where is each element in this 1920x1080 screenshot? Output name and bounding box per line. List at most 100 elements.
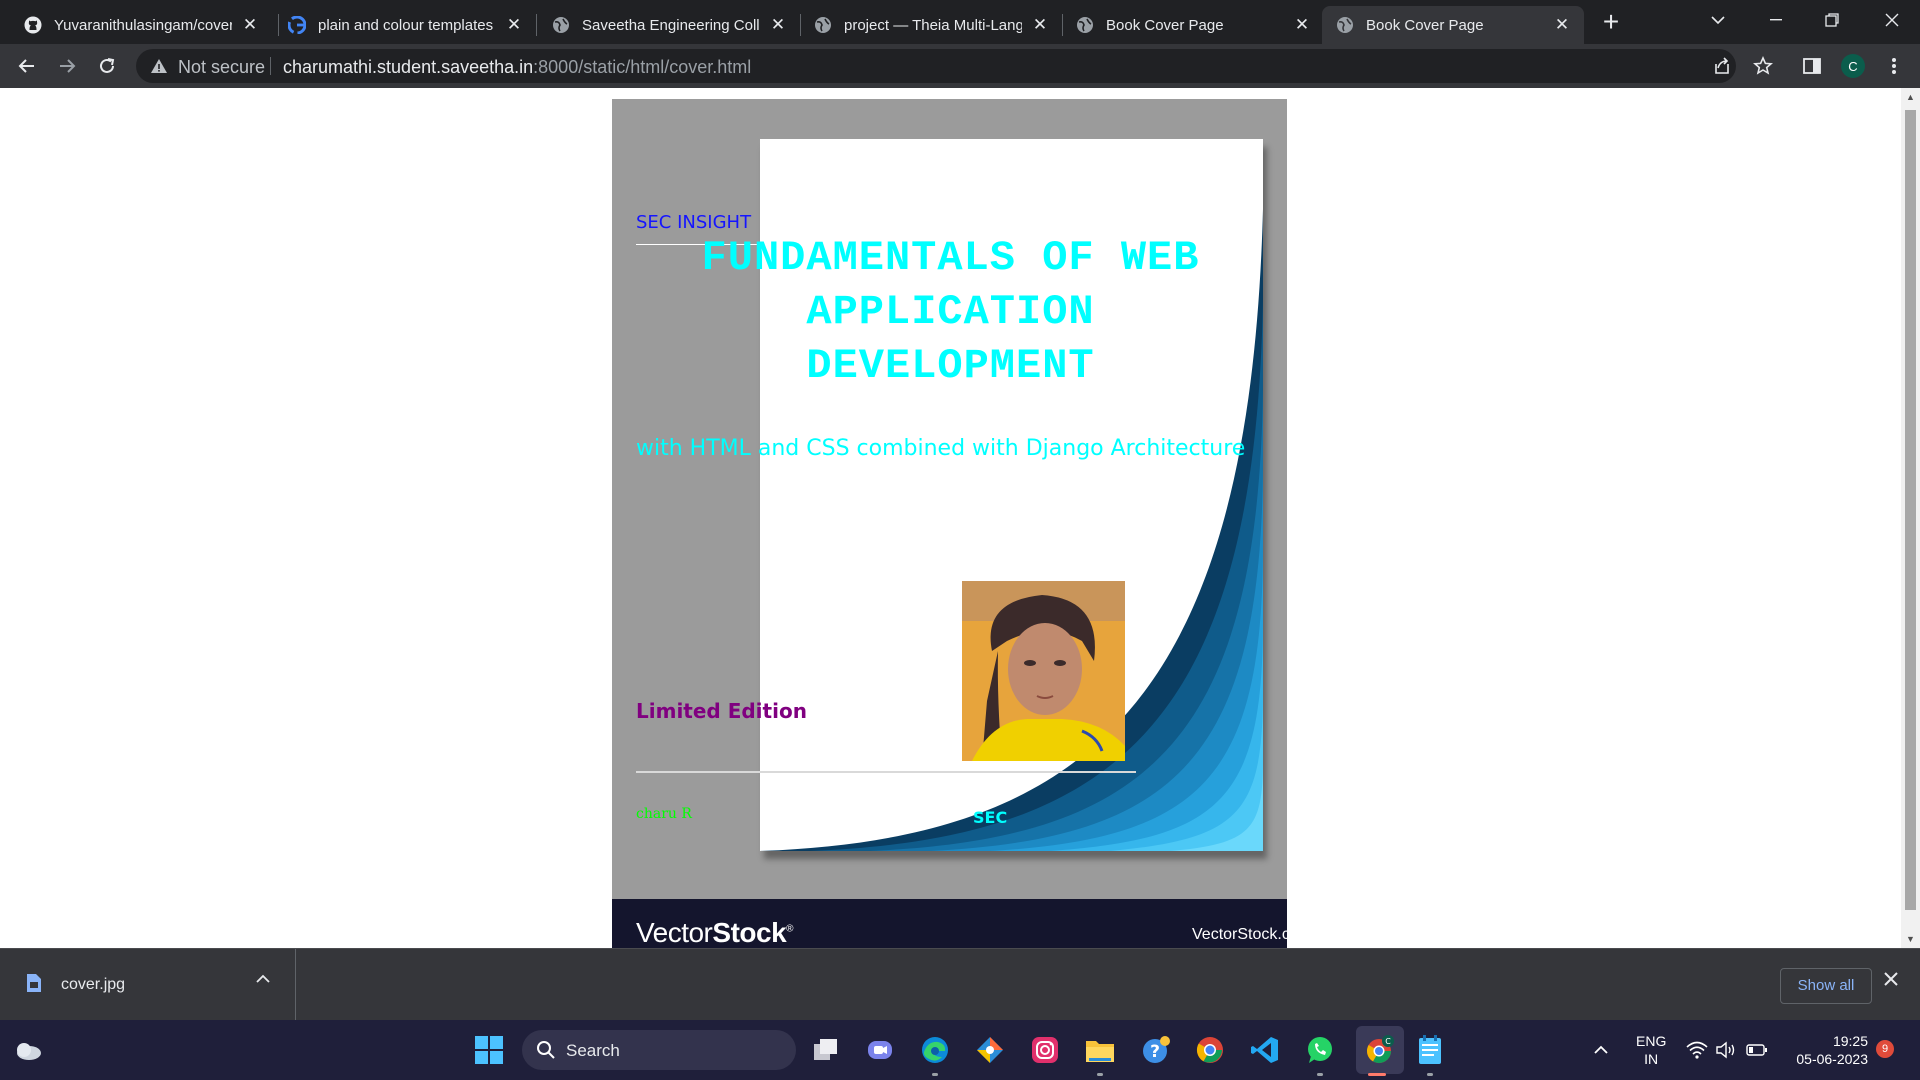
registered-mark: ® [786, 923, 794, 935]
close-window-button[interactable] [1864, 0, 1920, 40]
scroll-thumb[interactable] [1905, 110, 1916, 910]
author-name: charu R [636, 806, 692, 822]
tray-overflow-chevron-icon[interactable] [1585, 1034, 1617, 1066]
whatsapp-icon[interactable] [1304, 1034, 1336, 1066]
chrome-profile-icon[interactable]: C [1364, 1034, 1396, 1066]
tab-strip: Yuvaranithulasingam/cover ✕ plain and co… [0, 0, 1920, 44]
restore-button[interactable] [1804, 0, 1860, 40]
chrome-profile-badge: C [1385, 1037, 1391, 1046]
back-arrow-icon [18, 59, 34, 73]
active-indicator [1368, 1073, 1386, 1076]
tab-title: Book Cover Page [1366, 16, 1484, 34]
security-label[interactable]: Not secure [178, 57, 265, 78]
close-icon[interactable]: ✕ [504, 15, 524, 35]
back-button[interactable] [11, 50, 43, 82]
teams-chat-icon[interactable] [864, 1034, 896, 1066]
downloads-bar: cover.jpg Show all [0, 948, 1920, 1021]
vertical-scrollbar[interactable]: ▲ ▼ [1901, 88, 1920, 948]
help-icon[interactable]: ? [1140, 1034, 1172, 1066]
minimize-button[interactable] [1748, 0, 1804, 40]
task-view-icon[interactable] [810, 1034, 842, 1066]
globe-icon [814, 16, 832, 34]
address-bar[interactable]: Not secure charumathi.student.saveetha.i… [136, 49, 1736, 83]
git-tool-icon[interactable] [974, 1034, 1006, 1066]
start-windows-icon[interactable] [473, 1034, 505, 1066]
menu-kebab-icon[interactable] [1882, 54, 1906, 78]
close-icon[interactable] [1884, 969, 1898, 992]
close-icon[interactable]: ✕ [768, 15, 788, 35]
tab-github[interactable]: Yuvaranithulasingam/cover ✕ [10, 6, 272, 44]
tab-search-chevron-icon[interactable] [1690, 0, 1746, 40]
close-icon[interactable]: ✕ [1030, 15, 1050, 35]
page-viewport: SEC INSIGHT FUNDAMENTALS OF WEB APPLICAT… [0, 88, 1901, 948]
tab-title: project — Theia Multi-Lang [844, 16, 1022, 34]
tab-book-cover[interactable]: Book Cover Page ✕ [1062, 6, 1324, 44]
new-tab-button[interactable]: + [1596, 8, 1626, 38]
close-icon[interactable]: ✕ [1552, 15, 1572, 35]
reload-button[interactable] [91, 50, 123, 82]
tab-saveetha[interactable]: Saveetha Engineering Colle ✕ [538, 6, 800, 44]
url-text[interactable]: charumathi.student.saveetha.in:8000/stat… [283, 57, 751, 78]
vscode-icon[interactable] [1249, 1034, 1281, 1066]
search-icon [536, 1040, 556, 1065]
tab-title: plain and colour templates [318, 16, 494, 34]
running-indicator [1097, 1073, 1103, 1076]
battery-icon[interactable] [1741, 1034, 1773, 1066]
close-icon[interactable]: ✕ [240, 15, 260, 35]
share-icon[interactable] [1710, 54, 1734, 78]
tab-book-cover-active[interactable]: Book Cover Page ✕ [1322, 6, 1584, 44]
running-indicator [1427, 1073, 1433, 1076]
instagram-icon[interactable] [1029, 1034, 1061, 1066]
language-indicator[interactable]: ENG IN [1636, 1032, 1666, 1068]
url-path: :8000/static/html/cover.html [533, 57, 752, 77]
title-line: APPLICATION [806, 288, 1095, 336]
download-item[interactable]: cover.jpg [0, 949, 296, 1021]
tab-separator [536, 14, 537, 36]
book-cover-image: SEC INSIGHT FUNDAMENTALS OF WEB APPLICAT… [612, 99, 1290, 948]
file-icon [26, 973, 42, 998]
svg-text:?: ? [1150, 1042, 1160, 1062]
search-placeholder: Search [566, 1041, 620, 1060]
profile-avatar[interactable]: C [1841, 54, 1865, 78]
running-indicator [932, 1073, 938, 1076]
title-line: DEVELOPMENT [806, 342, 1095, 390]
notification-badge[interactable]: 9 [1876, 1040, 1894, 1058]
clock[interactable]: 19:25 05-06-2023 [1780, 1032, 1868, 1068]
divider-rule [636, 771, 1136, 773]
file-explorer-icon[interactable] [1084, 1034, 1116, 1066]
scroll-down-icon[interactable]: ▼ [1901, 930, 1920, 948]
book-subtitle: with HTML and CSS combined with Django A… [636, 436, 1246, 461]
globe-icon [552, 16, 570, 34]
logo-part-light: Vector [636, 917, 713, 948]
logo-part-bold: Stock [712, 917, 787, 948]
chrome-icon[interactable] [1194, 1034, 1226, 1066]
tab-theia[interactable]: project — Theia Multi-Lang ✕ [800, 6, 1062, 44]
region-code: IN [1644, 1051, 1659, 1067]
tab-google[interactable]: plain and colour templates ✕ [274, 6, 536, 44]
brand-label: SEC INSIGHT [636, 212, 752, 233]
taskbar-search[interactable]: Search [522, 1030, 796, 1070]
chevron-up-icon[interactable] [256, 971, 270, 987]
side-panel-icon[interactable] [1800, 54, 1824, 78]
show-all-button[interactable]: Show all [1780, 968, 1872, 1004]
running-indicator [1317, 1073, 1323, 1076]
notepad-icon[interactable] [1414, 1034, 1446, 1066]
browser-toolbar: Not secure charumathi.student.saveetha.i… [0, 44, 1920, 88]
volume-icon[interactable] [1710, 1034, 1742, 1066]
forward-button[interactable] [51, 50, 83, 82]
tab-title: Book Cover Page [1106, 16, 1224, 34]
edge-browser-icon[interactable] [919, 1034, 951, 1066]
publisher-label: SEC [973, 808, 1008, 827]
language-code: ENG [1636, 1033, 1667, 1049]
scroll-up-icon[interactable]: ▲ [1901, 88, 1920, 106]
clock-time: 19:25 [1832, 1033, 1868, 1049]
book-title: FUNDAMENTALS OF WEB APPLICATION DEVELOPM… [648, 231, 1253, 393]
tab-title: Saveetha Engineering Colle [582, 16, 760, 34]
close-icon[interactable]: ✕ [1292, 15, 1312, 35]
warning-icon[interactable] [150, 57, 168, 80]
wifi-icon[interactable] [1681, 1034, 1713, 1066]
download-file-name: cover.jpg [61, 976, 126, 993]
weather-icon[interactable] [12, 1034, 44, 1066]
title-line: FUNDAMENTALS OF WEB [701, 234, 1200, 282]
bookmark-star-icon[interactable] [1751, 54, 1775, 78]
